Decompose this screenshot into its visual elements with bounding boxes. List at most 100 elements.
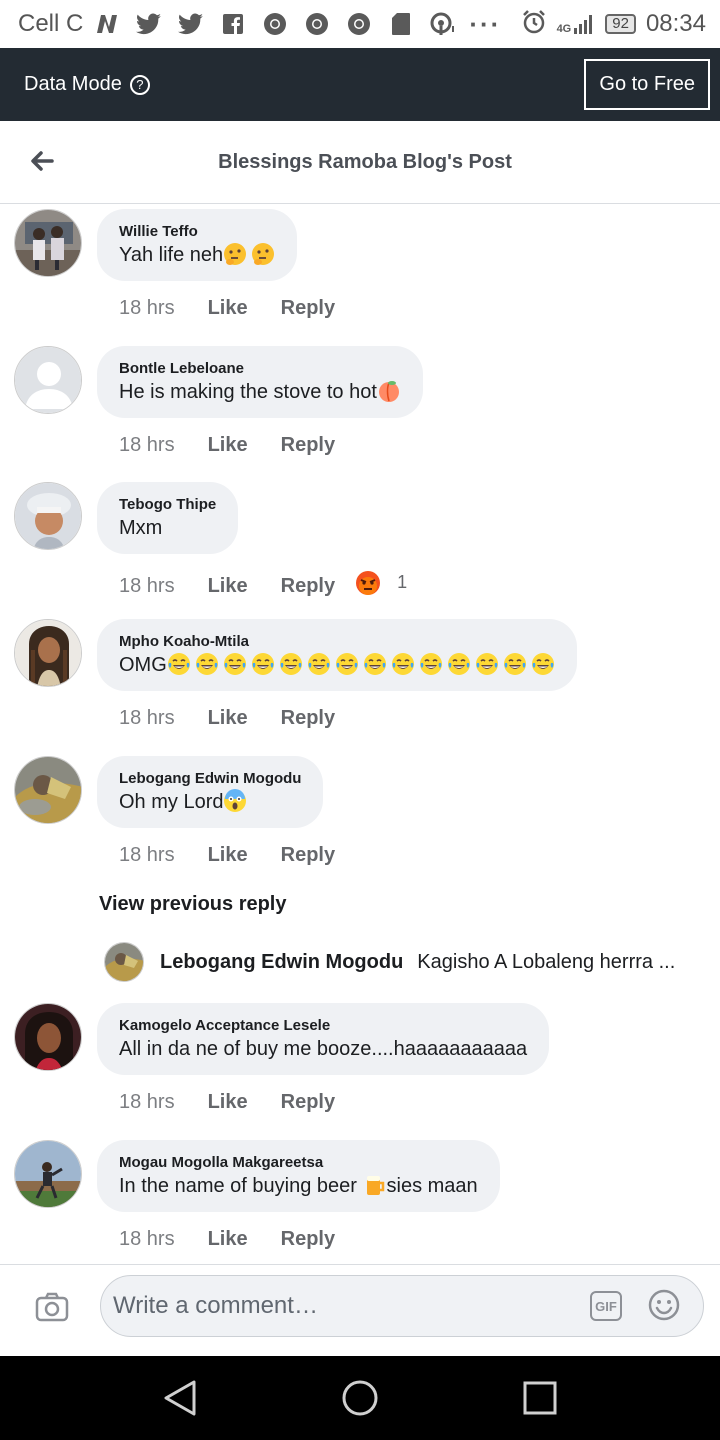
- avatar[interactable]: [14, 346, 82, 414]
- tears-of-joy-emoji-group: [167, 652, 555, 676]
- signal-icon: 4G: [557, 13, 596, 35]
- twitter-icon: [135, 11, 163, 37]
- comment-text: Mxm: [119, 517, 163, 539]
- comment-actions: 18 hrs Like Reply: [119, 434, 335, 457]
- reply-button[interactable]: Reply: [281, 434, 335, 457]
- reaction-summary[interactable]: 1: [355, 570, 407, 602]
- comment-time[interactable]: 18 hrs: [119, 844, 175, 867]
- like-button[interactable]: Like: [208, 844, 248, 867]
- avatar[interactable]: [14, 619, 82, 687]
- commenter-name[interactable]: Willie Teffo: [119, 222, 275, 242]
- tears-of-joy-emoji-icon: [195, 652, 219, 676]
- reply-button[interactable]: Reply: [281, 707, 335, 730]
- comment-bubble: Willie Teffo Yah life neh: [97, 209, 298, 281]
- comment-text: All in da ne of buy me booze....haaaaaaa…: [119, 1038, 528, 1060]
- page: Cell C ··· 4G 92 08:34 Data Mode ? Go to…: [0, 0, 720, 1440]
- comment-text: Oh my Lord: [119, 789, 301, 815]
- network-type: 4G: [556, 23, 572, 35]
- reply-button[interactable]: Reply: [281, 297, 335, 320]
- comment-time[interactable]: 18 hrs: [119, 707, 175, 730]
- comment-time[interactable]: 18 hrs: [119, 297, 175, 320]
- comment-bubble: Mogau Mogolla Makgareetsa In the name of…: [97, 1140, 500, 1212]
- beer-emoji-icon: [363, 1173, 387, 1197]
- like-button[interactable]: Like: [208, 575, 248, 598]
- clock: 08:34: [645, 10, 706, 37]
- tears-of-joy-emoji-icon: [419, 652, 443, 676]
- gif-button[interactable]: GIF: [590, 1291, 622, 1321]
- facebook-icon: [219, 11, 247, 37]
- camera-icon[interactable]: [34, 1289, 70, 1325]
- tears-of-joy-emoji-icon: [223, 652, 247, 676]
- commenter-name[interactable]: Bontle Lebeloane: [119, 359, 401, 379]
- tears-of-joy-emoji-icon: [391, 652, 415, 676]
- comment-text: OMG: [119, 652, 555, 678]
- battery-indicator: 92: [605, 14, 636, 34]
- status-bar: Cell C ··· 4G 92 08:34: [0, 0, 720, 48]
- like-button[interactable]: Like: [208, 434, 248, 457]
- reply-button[interactable]: Reply: [281, 575, 335, 598]
- comment-time[interactable]: 18 hrs: [119, 1228, 175, 1251]
- tears-of-joy-emoji-icon: [447, 652, 471, 676]
- data-mode-label: Data Mode: [24, 73, 122, 95]
- carrier-label: Cell C: [18, 10, 84, 37]
- like-button[interactable]: Like: [208, 297, 248, 320]
- avatar[interactable]: [14, 756, 82, 824]
- comment-text: Yah life neh: [119, 242, 275, 268]
- like-button[interactable]: Like: [208, 1091, 248, 1114]
- recents-nav-icon[interactable]: [520, 1378, 560, 1418]
- tears-of-joy-emoji-icon: [279, 652, 303, 676]
- tears-of-joy-emoji-icon: [335, 652, 359, 676]
- peach-emoji-icon: [377, 379, 401, 403]
- page-title: Blessings Ramoba Blog's Post: [218, 150, 512, 173]
- reply-button[interactable]: Reply: [281, 844, 335, 867]
- reply-button[interactable]: Reply: [281, 1228, 335, 1251]
- comment-composer: GIF: [0, 1264, 720, 1356]
- avatar[interactable]: [14, 1140, 82, 1208]
- tears-of-joy-emoji-icon: [363, 652, 387, 676]
- comment-text-content: He is making the stove to hot: [119, 381, 377, 403]
- commenter-name[interactable]: Lebogang Edwin Mogodu: [119, 769, 301, 789]
- home-nav-icon[interactable]: [340, 1378, 380, 1418]
- avatar[interactable]: [14, 1003, 82, 1071]
- commenter-name[interactable]: Tebogo Thipe: [119, 495, 216, 515]
- comment-actions: 18 hrs Like Reply: [119, 297, 335, 320]
- tears-of-joy-emoji-icon: [307, 652, 331, 676]
- avatar[interactable]: [14, 482, 82, 550]
- data-mode-bar: Data Mode ? Go to Free: [0, 48, 720, 121]
- commenter-name[interactable]: Mpho Koaho-Mtila: [119, 632, 555, 652]
- tears-of-joy-emoji-icon: [167, 652, 191, 676]
- comment-time[interactable]: 18 hrs: [119, 1091, 175, 1114]
- reply-button[interactable]: Reply: [281, 1091, 335, 1114]
- comment-time[interactable]: 18 hrs: [119, 575, 175, 598]
- go-to-free-button[interactable]: Go to Free: [584, 59, 710, 110]
- wifi-hotspot-icon: [429, 11, 457, 37]
- reply-preview[interactable]: Lebogang Edwin Mogodu Kagisho A Lobaleng…: [104, 942, 704, 982]
- help-icon[interactable]: ?: [129, 74, 150, 95]
- comment-text-content: Oh my Lord: [119, 791, 224, 813]
- commenter-name[interactable]: Mogau Mogolla Makgareetsa: [119, 1153, 478, 1173]
- angry-reaction-icon: [355, 570, 381, 602]
- sd-card-icon: [387, 11, 415, 37]
- like-button[interactable]: Like: [208, 707, 248, 730]
- system-status: 4G 92 08:34: [521, 9, 706, 40]
- tears-of-joy-emoji-icon: [251, 652, 275, 676]
- avatar[interactable]: [14, 209, 82, 277]
- tears-of-joy-emoji-icon: [503, 652, 527, 676]
- reply-author-name[interactable]: Lebogang Edwin Mogodu: [160, 951, 403, 974]
- comment-time[interactable]: 18 hrs: [119, 434, 175, 457]
- commenter-name[interactable]: Kamogelo Acceptance Lesele: [119, 1016, 527, 1036]
- comment-text-content: Yah life neh: [119, 244, 224, 266]
- comment-text: In the name of buying beer sies maan: [119, 1173, 478, 1199]
- view-previous-reply-link[interactable]: View previous reply: [99, 893, 287, 916]
- thinking-emoji-icon: [251, 242, 275, 266]
- comment-text-content: sies maan: [386, 1175, 478, 1197]
- comment-text: He is making the stove to hot: [119, 379, 401, 405]
- comment-bubble: Lebogang Edwin Mogodu Oh my Lord: [97, 756, 324, 828]
- like-button[interactable]: Like: [208, 1228, 248, 1251]
- back-nav-icon[interactable]: [160, 1378, 200, 1418]
- post-header: Blessings Ramoba Blog's Post: [0, 121, 720, 204]
- emoji-picker-icon[interactable]: [648, 1289, 680, 1321]
- avatar[interactable]: [104, 942, 144, 982]
- more-icon: ···: [469, 8, 502, 39]
- back-arrow-icon[interactable]: [26, 145, 58, 177]
